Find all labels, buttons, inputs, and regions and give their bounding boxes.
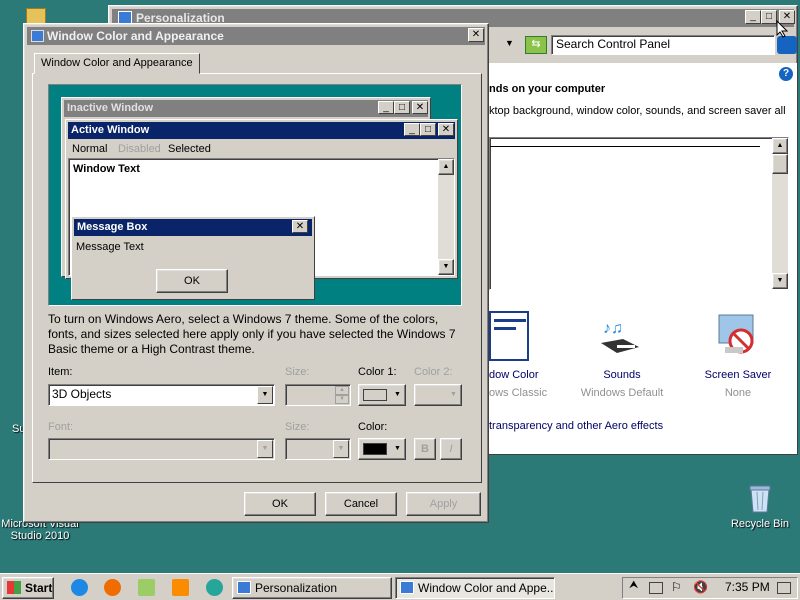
chevron-down-icon: ▼	[394, 391, 401, 398]
start-label: Start	[25, 581, 53, 595]
quick-launch-app-icon[interactable]	[206, 579, 223, 596]
active-window-title: Active Window	[68, 122, 455, 139]
svg-text:♪♫: ♪♫	[603, 320, 623, 337]
dialog-close-button[interactable]: ✕	[468, 28, 484, 42]
menu-selected: Selected	[168, 143, 211, 155]
dialog-icon	[31, 30, 44, 42]
menu-disabled: Disabled	[118, 143, 161, 155]
firefox-icon[interactable]	[104, 579, 121, 596]
apply-button: Apply	[406, 492, 481, 516]
font-size-label: Size:	[285, 421, 310, 433]
mouse-cursor-icon	[776, 19, 789, 38]
task-window-color[interactable]: Window Color and Appe...	[395, 577, 555, 599]
aero-effects-link[interactable]: transparency and other Aero effects	[489, 420, 663, 432]
font-color-button[interactable]: ▼	[358, 438, 406, 460]
taskbar: Start Personalization Window Color and A…	[0, 573, 800, 600]
system-tray: ⮝ ⚐ 🔇 7:35 PM	[622, 577, 798, 599]
item-select-value: 3D Objects	[52, 387, 112, 401]
tab-window-color[interactable]: Window Color and Appearance	[34, 53, 200, 74]
menu-normal: Normal	[72, 143, 108, 155]
personalization-heading: nds on your computer	[489, 83, 606, 95]
dialog-title: Window Color and Appearance	[47, 29, 224, 43]
task-window-color-label: Window Color and Appe...	[418, 581, 555, 595]
item-select[interactable]: 3D Objects ▼	[48, 384, 275, 406]
internet-explorer-icon[interactable]	[71, 579, 88, 596]
color2-label: Color 2:	[414, 366, 453, 378]
inactive-window-title: Inactive Window	[64, 100, 428, 117]
start-button[interactable]: Start	[2, 577, 54, 599]
color2-button: ▼	[414, 384, 462, 406]
size-label: Size:	[285, 366, 310, 378]
control-panel-icon	[237, 581, 251, 594]
window-color-dialog: Window Color and Appearance ✕ Window Col…	[23, 23, 489, 523]
window-color-sub: ows Classic	[489, 387, 548, 399]
color1-label: Color 1:	[358, 366, 397, 378]
task-personalization-label: Personalization	[255, 581, 338, 595]
dialog-titlebar[interactable]: Window Color and Appearance	[27, 27, 485, 45]
chevron-down-icon: ▼	[450, 391, 457, 398]
minimize-button[interactable]: _	[745, 10, 761, 24]
chevron-down-icon: ▼	[333, 440, 349, 458]
screen-saver-sub: None	[724, 387, 752, 399]
sounds-icon[interactable]: ♪♫	[595, 313, 645, 359]
theme-list[interactable]: ▲ ▼	[489, 137, 789, 290]
message-box-title: Message Box	[74, 219, 312, 236]
appearance-preview: Inactive Window _ □ ✕ Active Window _ □ …	[48, 84, 462, 306]
item-label: Item:	[48, 366, 73, 378]
refresh-icon[interactable]: ⇆	[525, 36, 547, 54]
clock[interactable]: 7:35 PM	[725, 580, 770, 594]
message-text: Message Text	[76, 241, 144, 253]
flag-icon[interactable]: ⚐	[671, 580, 682, 594]
font-color-swatch	[363, 443, 387, 455]
search-button[interactable]	[777, 36, 797, 54]
font-color-label: Color:	[358, 421, 388, 433]
chevron-down-icon: ▼	[394, 445, 401, 452]
recycle-bin-icon[interactable]	[748, 483, 772, 513]
message-box-preview: Message Box ✕ Message Text OK	[71, 216, 315, 300]
chevron-down-icon[interactable]: ▼	[257, 386, 273, 404]
show-desktop-icon[interactable]	[777, 582, 791, 594]
help-icon[interactable]: ?	[779, 67, 793, 81]
media-player-icon[interactable]	[172, 579, 189, 596]
color1-button[interactable]: ▼	[358, 384, 406, 406]
size-spinner: ▲ ▼	[285, 384, 351, 406]
sounds-label[interactable]: Sounds	[595, 369, 649, 381]
task-personalization[interactable]: Personalization	[232, 577, 392, 599]
chevron-up-icon[interactable]: ⮝	[629, 579, 638, 592]
window-color-label[interactable]: dow Color	[489, 369, 539, 381]
personalization-description: ktop background, window color, sounds, a…	[489, 105, 786, 117]
font-select: ▼	[48, 438, 275, 460]
chevron-down-icon[interactable]: ▼	[505, 38, 514, 48]
window-text: Window Text	[73, 163, 140, 175]
ok-button[interactable]: OK	[244, 492, 316, 516]
folder-icon[interactable]	[26, 8, 46, 24]
preview-scrollbar: ▲ ▼	[438, 159, 454, 275]
personalization-content: nds on your computer ktop background, wi…	[489, 63, 797, 454]
recycle-bin-label[interactable]: Recycle Bin	[722, 518, 798, 530]
search-input[interactable]: Search Control Panel	[551, 35, 775, 55]
windows-logo-icon	[7, 581, 21, 594]
window-color-icon[interactable]	[489, 311, 529, 361]
theme-list-scrollbar[interactable]: ▲ ▼	[772, 138, 788, 289]
message-box-ok-button: OK	[156, 269, 228, 293]
font-label: Font:	[48, 421, 74, 433]
font-size-select: ▼	[285, 438, 351, 460]
screen-saver-label[interactable]: Screen Saver	[697, 369, 779, 381]
screen-saver-icon[interactable]	[713, 309, 761, 359]
explorer-icon[interactable]	[138, 579, 155, 596]
color1-swatch	[363, 389, 387, 401]
cancel-button[interactable]: Cancel	[325, 492, 397, 516]
maximize-button[interactable]: □	[761, 10, 777, 24]
chevron-down-icon: ▼	[257, 440, 273, 458]
network-icon[interactable]	[649, 582, 663, 594]
bold-button: B	[414, 438, 436, 460]
sounds-sub: Windows Default	[580, 387, 664, 399]
aero-info-text: To turn on Windows Aero, select a Window…	[48, 312, 456, 356]
italic-button: I	[440, 438, 462, 460]
volume-muted-icon[interactable]: 🔇	[693, 580, 708, 594]
dialog-icon	[400, 581, 414, 594]
